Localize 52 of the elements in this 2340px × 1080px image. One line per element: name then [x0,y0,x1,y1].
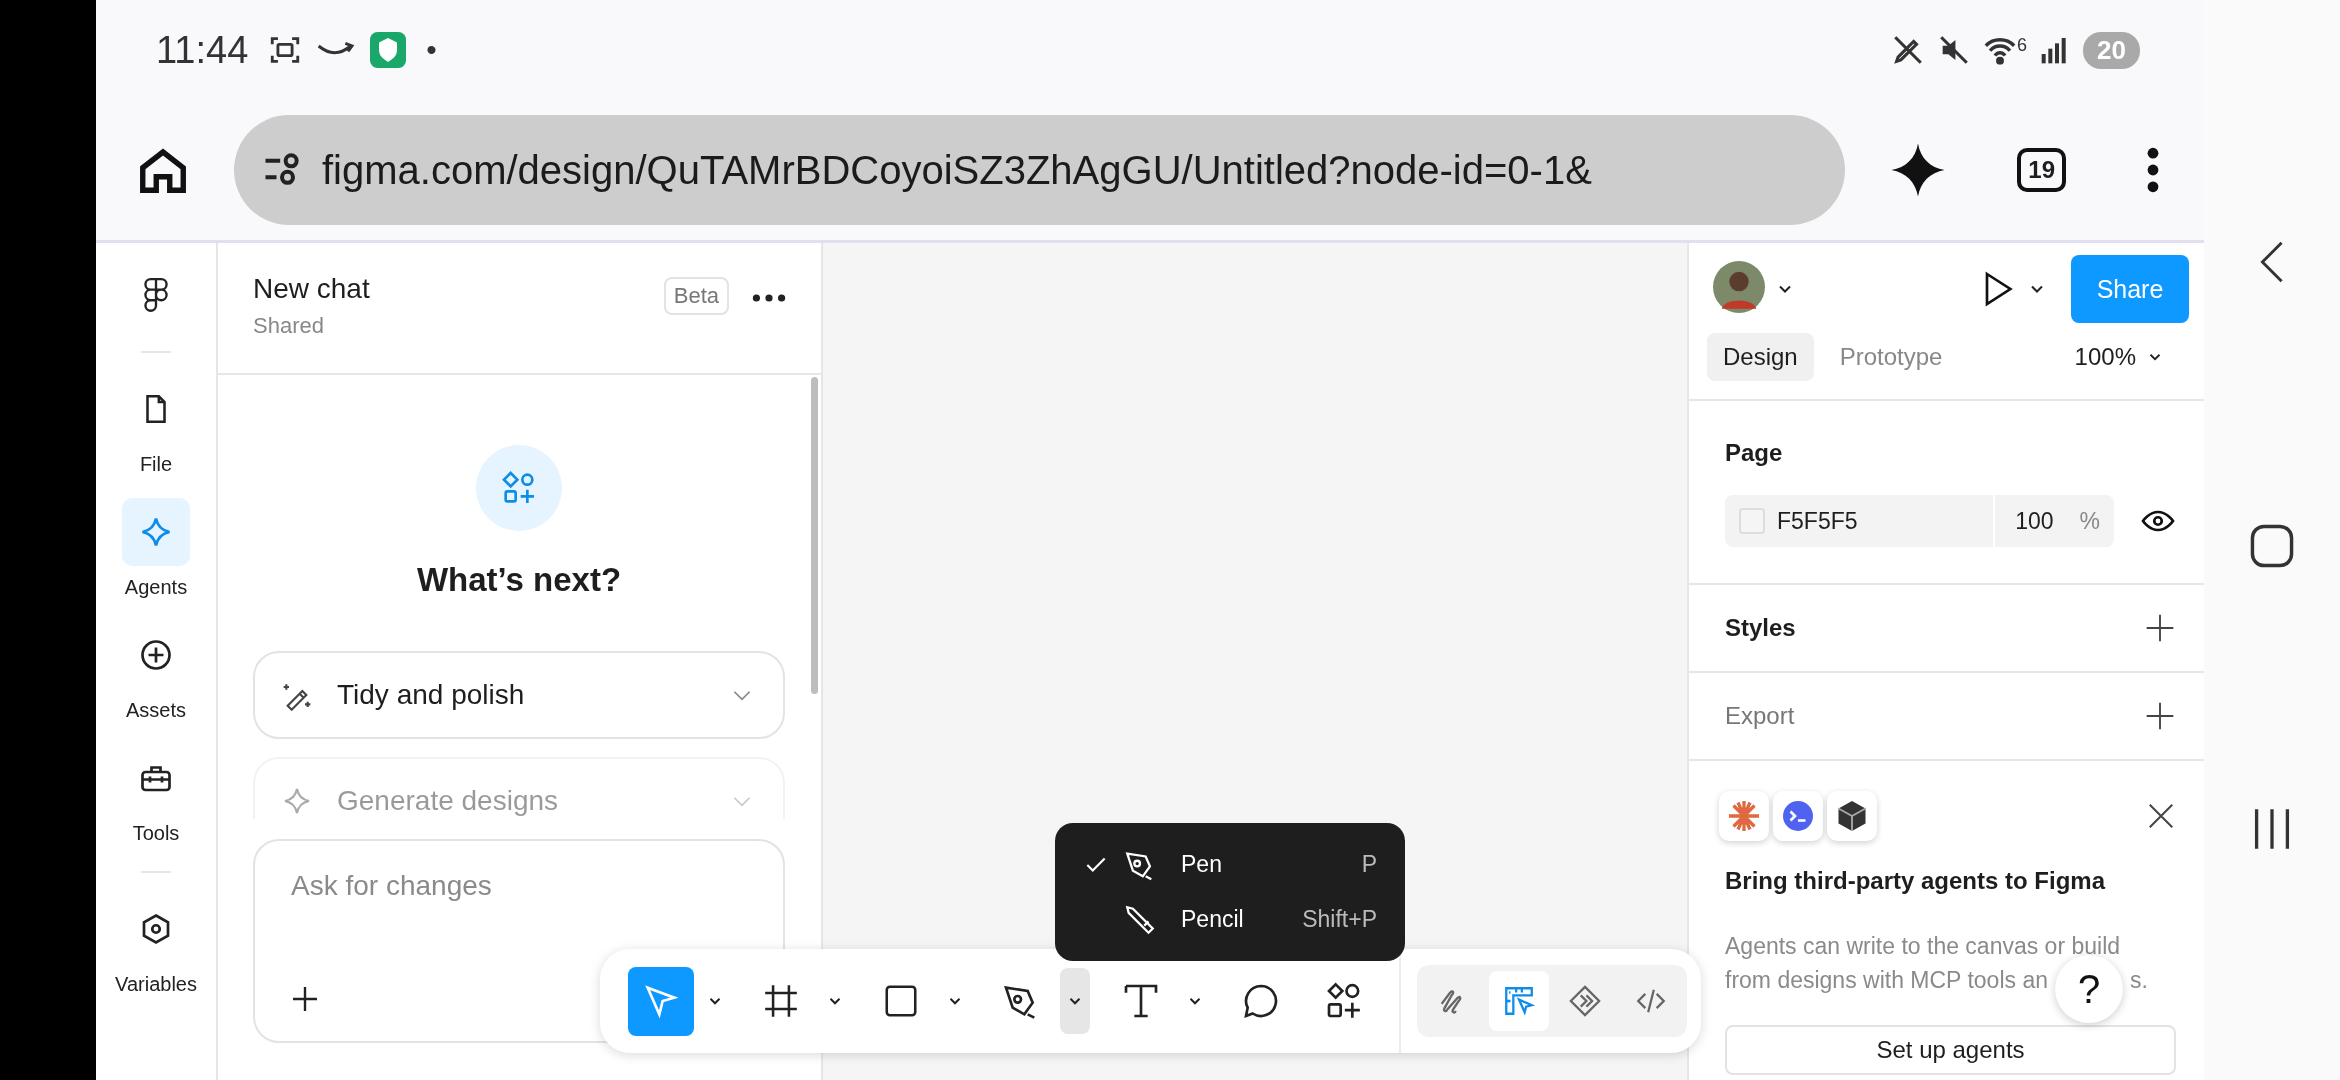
battery-level: 20 [2083,31,2140,69]
wifi-icon [1983,35,2018,65]
plus-circle-icon[interactable] [138,637,174,673]
notification-dot: • [426,33,437,67]
menu-item[interactable]: Pen P [1083,847,1377,882]
more-icon[interactable] [751,293,787,303]
chat-title: New chat [253,273,371,305]
shield-icon [370,32,407,68]
home-button-icon[interactable] [2249,523,2295,569]
suggestion-card[interactable]: Tidy and polish [253,651,785,739]
section-title: Export [1725,702,1795,730]
promo-text: s. [2130,966,2148,995]
rail-label: File [139,453,173,476]
rail-label: Assets [126,699,186,722]
move-tool[interactable] [628,966,694,1036]
logo-icon[interactable] [143,277,169,315]
add-icon[interactable] [2144,700,2176,732]
chat-subtitle: Shared [253,313,325,339]
beta-badge: Beta [663,277,729,315]
clock: 11:44 [156,28,249,72]
rail-label: Variables [115,973,197,996]
help-button[interactable]: ? [2055,955,2123,1023]
rail-label: Tools [132,822,180,845]
close-icon[interactable] [2146,801,2176,831]
section-title: Styles [1725,614,1796,642]
panel-tab[interactable]: Prototype [1823,333,1959,381]
chat-heading: What’s next? [416,561,622,599]
scrollbar[interactable] [811,377,818,694]
cube-icon [1827,791,1877,841]
color-field[interactable]: F5F5F5 100 % [1725,495,2114,547]
promo-text: from designs with MCP tools an [1725,966,2048,995]
setup-button[interactable]: Set up agents [1725,1025,2176,1075]
diamond-icon[interactable] [1568,984,1602,1018]
asterisk-icon [1719,791,1769,841]
url-text: figma.com/design/QuTAMrBDCoyoiSZ3ZhAgGU/Untitled?node-id=0-1& [322,147,1592,193]
zoom-level[interactable]: 100% [2074,343,2136,371]
color-swatch[interactable] [1739,508,1765,534]
message-field[interactable]: Ask for changes [289,869,753,903]
ruler-cursor-icon[interactable] [1502,984,1536,1018]
rail-label: Agents [124,576,188,599]
wifi-label: 6 [2017,35,2028,56]
address-bar[interactable]: figma.com/design/QuTAMrBDCoyoiSZ3ZhAgGU/Untitled?node-id=0-1& [234,115,1846,225]
promo-title: Bring third-party agents to Figma [1725,867,2107,895]
section-title: Page [1725,439,1784,467]
tab-switcher[interactable]: 19 [2017,148,2066,192]
menu-item[interactable]: Pencil Shift+P [1083,902,1377,937]
terminal-icon [1773,791,1823,841]
add-icon[interactable] [2144,612,2176,644]
more-icon[interactable] [2146,146,2160,194]
design-mode-button[interactable] [1489,971,1549,1031]
panel-tab[interactable]: Design [1707,333,1814,381]
agents-button[interactable] [122,498,190,566]
